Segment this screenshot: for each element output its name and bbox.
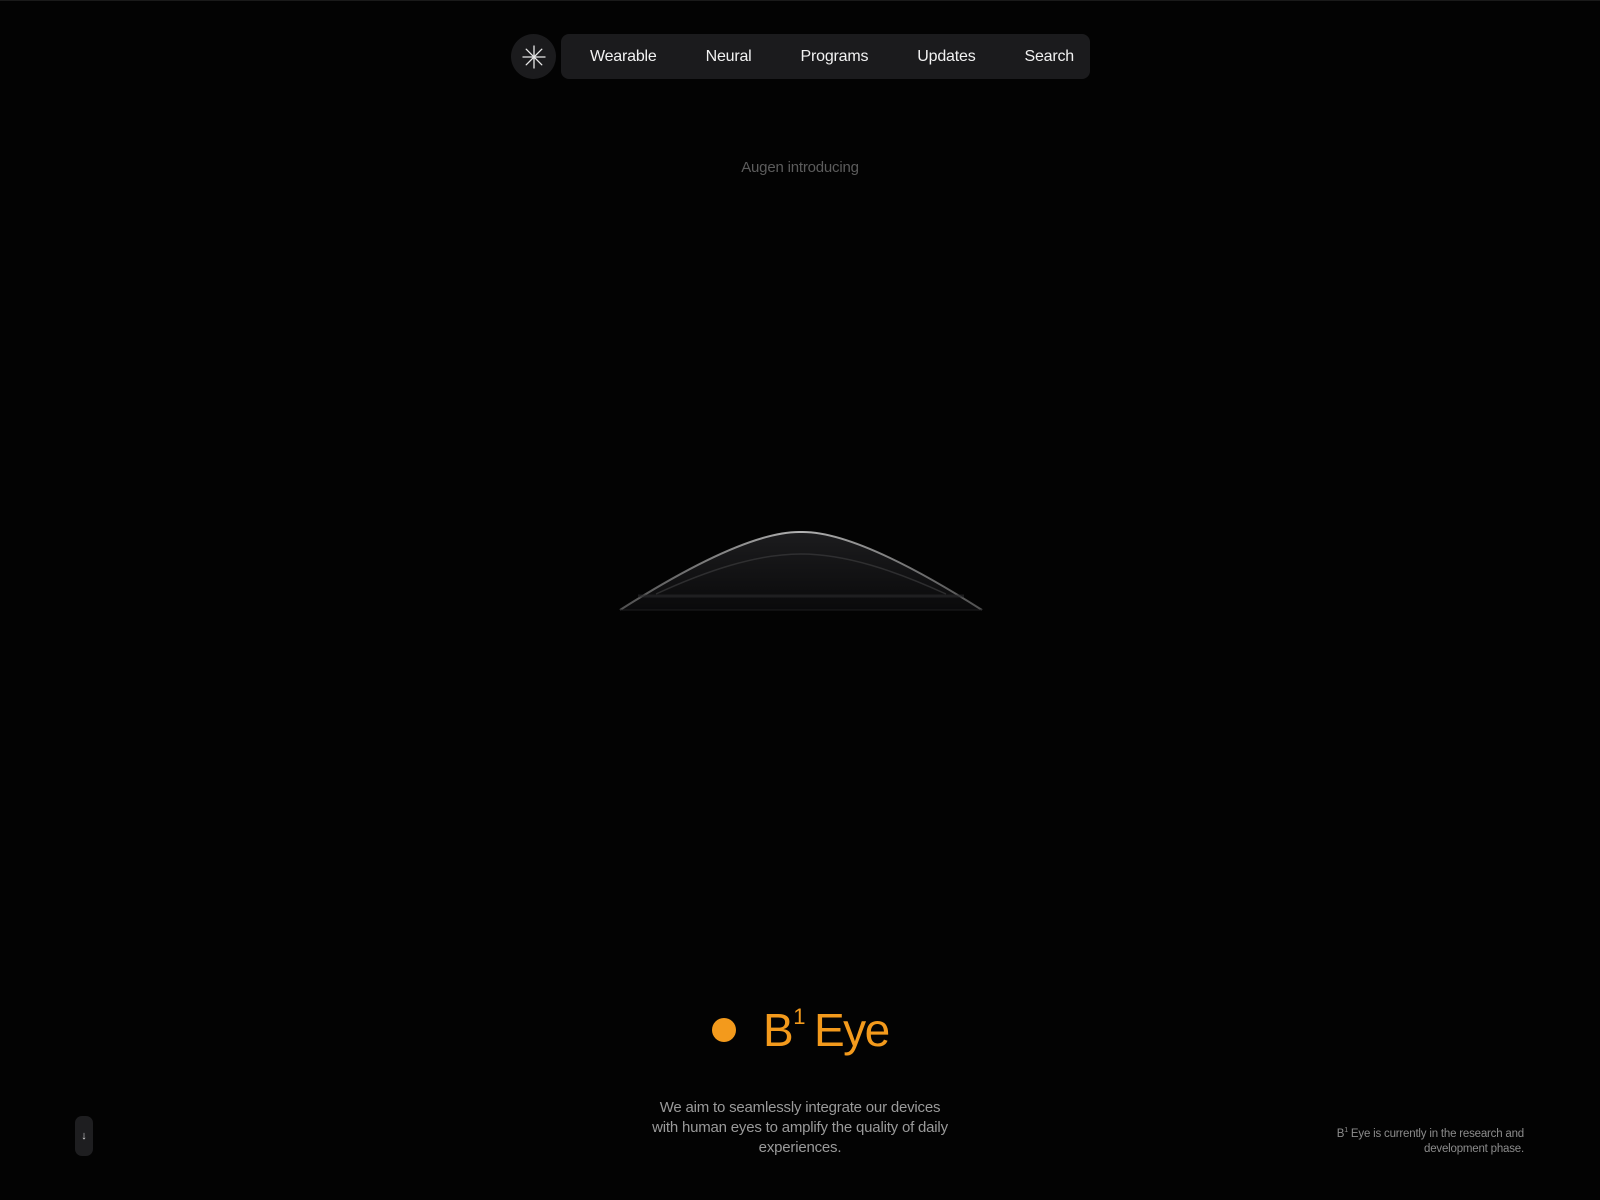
scroll-down-button[interactable]: ↓ [75, 1116, 93, 1156]
top-border [0, 0, 1600, 1]
contact-lens-illustration [619, 530, 983, 611]
nav-item-programs[interactable]: Programs [801, 48, 869, 66]
arrow-down-icon: ↓ [81, 1130, 87, 1142]
development-status-note: B1 Eye is currently in the research and … [1336, 1127, 1524, 1155]
nav-item-search[interactable]: Search [1025, 48, 1075, 66]
product-description: We aim to seamlessly integrate our devic… [652, 1099, 948, 1156]
product-name: B1 Eye [763, 1003, 890, 1056]
status-dot [712, 1018, 736, 1042]
nav-item-updates[interactable]: Updates [917, 48, 975, 66]
asterisk-spark-icon [521, 44, 546, 69]
product-title: B1 Eye [712, 999, 890, 1061]
intro-text: Augen introducing [741, 159, 859, 176]
nav-item-wearable[interactable]: Wearable [590, 48, 657, 66]
nav-item-neural[interactable]: Neural [706, 48, 752, 66]
page: Wearable Neural Programs Updates Search … [0, 0, 1600, 1200]
main-nav: Wearable Neural Programs Updates Search [561, 34, 1090, 79]
logo-button[interactable] [511, 34, 556, 79]
